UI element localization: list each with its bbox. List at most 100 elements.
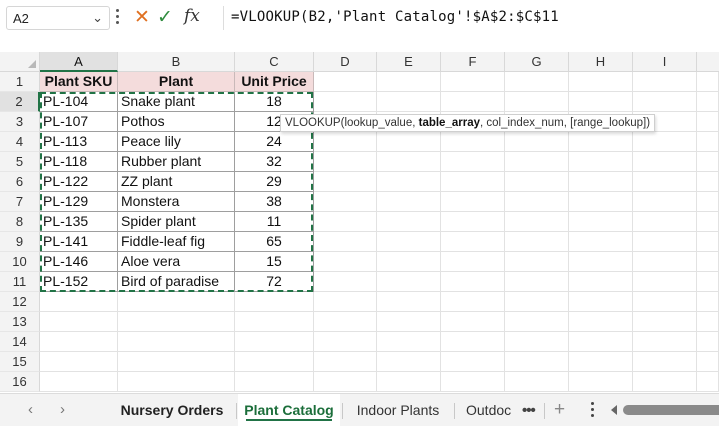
tooltip-arg2[interactable]: table_array — [419, 117, 480, 129]
cell-b5[interactable]: Rubber plant — [118, 152, 235, 172]
empty-cell[interactable] — [569, 192, 633, 212]
empty-cell[interactable] — [235, 372, 314, 392]
empty-cell[interactable] — [633, 352, 697, 372]
empty-cell[interactable] — [441, 172, 505, 192]
sheet-options-icon[interactable] — [591, 402, 595, 420]
empty-cell[interactable] — [633, 312, 697, 332]
empty-cell[interactable] — [697, 132, 719, 152]
cell-a9[interactable]: PL-141 — [40, 232, 118, 252]
empty-cell[interactable] — [314, 152, 377, 172]
empty-cell[interactable] — [441, 212, 505, 232]
cancel-icon[interactable]: ✕ — [134, 6, 150, 29]
cell-c2[interactable]: 18 — [235, 92, 314, 112]
row-header-11[interactable]: 11 — [0, 272, 40, 292]
empty-cell[interactable] — [505, 272, 569, 292]
empty-cell[interactable] — [40, 332, 118, 352]
empty-cell[interactable] — [633, 132, 697, 152]
tab-nursery-orders[interactable]: Nursery Orders — [116, 394, 228, 427]
empty-cell[interactable] — [40, 352, 118, 372]
insert-function-icon[interactable]: fx — [184, 6, 200, 26]
empty-cell[interactable] — [697, 372, 719, 392]
empty-cell[interactable] — [377, 352, 441, 372]
cell-a8[interactable]: PL-135 — [40, 212, 118, 232]
empty-cell[interactable] — [633, 292, 697, 312]
empty-cell[interactable] — [569, 92, 633, 112]
empty-cell[interactable] — [697, 152, 719, 172]
column-header-i[interactable]: I — [633, 52, 697, 72]
cell-c10[interactable]: 15 — [235, 252, 314, 272]
empty-cell[interactable] — [633, 372, 697, 392]
empty-cell[interactable] — [314, 352, 377, 372]
cell-b8[interactable]: Spider plant — [118, 212, 235, 232]
enter-icon[interactable]: ✓ — [157, 6, 173, 29]
cell-c5[interactable]: 32 — [235, 152, 314, 172]
empty-cell[interactable] — [314, 192, 377, 212]
empty-cell[interactable] — [235, 352, 314, 372]
chevron-down-icon[interactable]: ⌄ — [92, 10, 103, 26]
column-header-e[interactable]: E — [377, 52, 441, 72]
cell-b10[interactable]: Aloe vera — [118, 252, 235, 272]
cell-b7[interactable]: Monstera — [118, 192, 235, 212]
empty-cell[interactable] — [505, 152, 569, 172]
column-header-c[interactable]: C — [235, 52, 314, 72]
empty-cell[interactable] — [633, 72, 697, 92]
empty-cell[interactable] — [40, 312, 118, 332]
empty-cell[interactable] — [697, 292, 719, 312]
empty-cell[interactable] — [377, 272, 441, 292]
column-header-h[interactable]: H — [569, 52, 633, 72]
empty-cell[interactable] — [569, 312, 633, 332]
empty-cell[interactable] — [697, 352, 719, 372]
empty-cell[interactable] — [505, 92, 569, 112]
cell-c6[interactable]: 29 — [235, 172, 314, 192]
cell-b9[interactable]: Fiddle-leaf fig — [118, 232, 235, 252]
more-sheets-icon[interactable]: ••• — [522, 402, 536, 419]
column-header-f[interactable]: F — [441, 52, 505, 72]
empty-cell[interactable] — [569, 152, 633, 172]
row-header-13[interactable]: 13 — [0, 312, 40, 332]
empty-cell[interactable] — [633, 232, 697, 252]
empty-cell[interactable] — [569, 132, 633, 152]
empty-cell[interactable] — [633, 92, 697, 112]
empty-cell[interactable] — [441, 92, 505, 112]
empty-cell[interactable] — [441, 332, 505, 352]
empty-cell[interactable] — [633, 272, 697, 292]
empty-cell[interactable] — [505, 192, 569, 212]
empty-cell[interactable] — [118, 292, 235, 312]
empty-cell[interactable] — [314, 312, 377, 332]
column-header-j[interactable] — [697, 52, 719, 72]
empty-cell[interactable] — [633, 192, 697, 212]
cell-c4[interactable]: 24 — [235, 132, 314, 152]
row-header-16[interactable]: 16 — [0, 372, 40, 392]
row-header-1[interactable]: 1 — [0, 72, 40, 92]
empty-cell[interactable] — [505, 292, 569, 312]
cell-a1[interactable]: Plant SKU — [40, 72, 118, 92]
empty-cell[interactable] — [441, 232, 505, 252]
tab-indoor-plants[interactable]: Indoor Plants — [348, 394, 448, 427]
empty-cell[interactable] — [441, 372, 505, 392]
row-header-5[interactable]: 5 — [0, 152, 40, 172]
tooltip-arg1[interactable]: lookup_value, — [344, 117, 418, 129]
empty-cell[interactable] — [505, 372, 569, 392]
empty-cell[interactable] — [569, 292, 633, 312]
empty-cell[interactable] — [314, 232, 377, 252]
empty-cell[interactable] — [377, 152, 441, 172]
empty-cell[interactable] — [697, 112, 719, 132]
empty-cell[interactable] — [569, 332, 633, 352]
cell-c8[interactable]: 11 — [235, 212, 314, 232]
empty-cell[interactable] — [697, 312, 719, 332]
empty-cell[interactable] — [505, 172, 569, 192]
tab-plant-catalog[interactable]: Plant Catalog — [238, 394, 340, 427]
add-sheet-icon[interactable]: + — [554, 399, 565, 421]
empty-cell[interactable] — [441, 252, 505, 272]
row-header-15[interactable]: 15 — [0, 352, 40, 372]
empty-cell[interactable] — [314, 372, 377, 392]
cell-b6[interactable]: ZZ plant — [118, 172, 235, 192]
empty-cell[interactable] — [314, 172, 377, 192]
empty-cell[interactable] — [314, 272, 377, 292]
empty-cell[interactable] — [505, 352, 569, 372]
column-header-d[interactable]: D — [314, 52, 377, 72]
empty-cell[interactable] — [314, 332, 377, 352]
empty-cell[interactable] — [377, 372, 441, 392]
empty-cell[interactable] — [505, 132, 569, 152]
empty-cell[interactable] — [314, 212, 377, 232]
